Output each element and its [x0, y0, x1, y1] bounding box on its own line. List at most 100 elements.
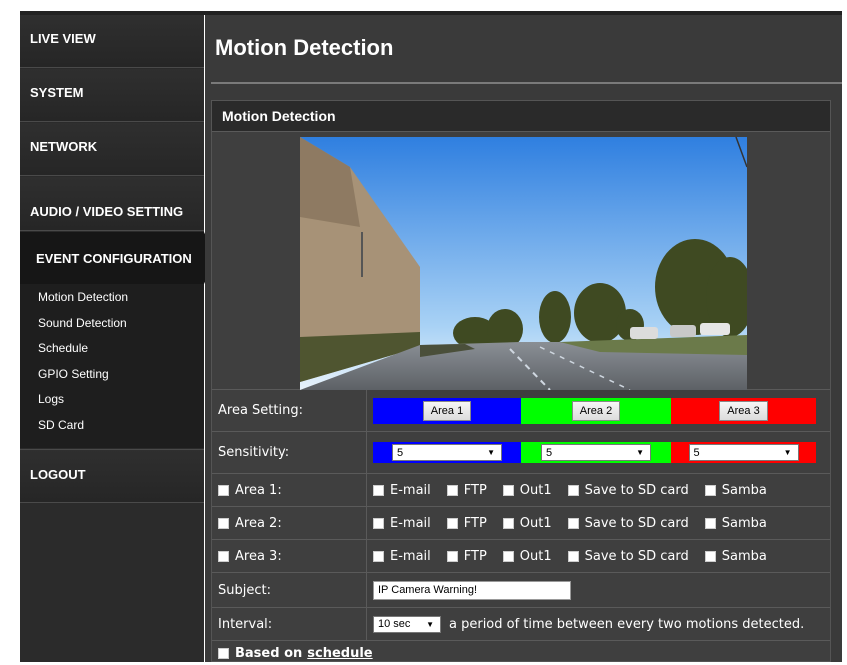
sensitivity-2-zone: 5 ▼ [521, 442, 671, 463]
area-2-sd-checkbox[interactable] [567, 517, 579, 529]
area-1-sd-option[interactable]: Save to SD card [567, 482, 689, 498]
subject-label: Subject: [212, 573, 367, 607]
sidebar-item-label: SYSTEM [30, 84, 84, 100]
sensitivity-label: Sensitivity: [212, 432, 367, 473]
area-3-label: Area 3: [212, 540, 367, 572]
area-1-ftp-checkbox[interactable] [446, 484, 458, 496]
schedule-option: Based on schedule [218, 641, 373, 665]
sensitivity-3-zone: 5 ▼ [671, 442, 816, 463]
area-1-out1-checkbox[interactable] [502, 484, 514, 496]
option-label: Save to SD card [584, 515, 689, 531]
interval-description: a period of time between every two motio… [449, 616, 805, 632]
preview-row [212, 132, 830, 390]
area-2-out1-checkbox[interactable] [502, 517, 514, 529]
sensitivity-1-select[interactable]: 5 ▼ [392, 444, 502, 461]
schedule-checkbox[interactable] [218, 647, 229, 659]
sensitivity-2-select[interactable]: 5 ▼ [541, 444, 651, 461]
area-2-label: Area 2: [212, 507, 367, 539]
sensitivity-1-value: 5 [397, 446, 404, 459]
area-3-label-text: Area 3: [235, 548, 282, 564]
main-content: Motion Detection Motion Detection Area S… [205, 15, 842, 662]
submenu-item-schedule[interactable]: Schedule [20, 338, 204, 364]
area-1-email-option[interactable]: E-mail [373, 483, 431, 498]
schedule-prefix: Based on [235, 645, 303, 661]
area-2-button[interactable]: Area 2 [571, 400, 621, 421]
submenu-item-sd-card[interactable]: SD Card [20, 415, 204, 441]
interval-select[interactable]: 10 sec ▼ [373, 615, 441, 633]
area-1-out1-option[interactable]: Out1 [502, 483, 552, 498]
area-3-out1-option[interactable]: Out1 [502, 548, 552, 564]
area-2-ftp-checkbox[interactable] [446, 517, 458, 529]
camera-preview[interactable] [300, 137, 747, 390]
area-1-checkbox[interactable] [218, 484, 229, 496]
sensitivity-3-select[interactable]: 5 ▼ [688, 444, 799, 461]
area-3-email-option[interactable]: E-mail [373, 549, 431, 564]
area-2-sd-option[interactable]: Save to SD card [567, 515, 689, 531]
sensitivity-2-value: 5 [546, 446, 553, 459]
option-label: Out1 [519, 515, 552, 531]
sensitivity-row: Sensitivity: 5 ▼ 5 ▼ 5 ▼ [212, 432, 830, 474]
area-2-samba-option[interactable]: Samba [704, 515, 767, 531]
area-3-out1-checkbox[interactable] [502, 550, 514, 562]
schedule-link[interactable]: schedule [307, 646, 372, 661]
area-1-samba-checkbox[interactable] [704, 484, 716, 496]
submenu-item-gpio-setting[interactable]: GPIO Setting [20, 364, 204, 390]
area-1-button[interactable]: Area 1 [422, 400, 472, 421]
area-3-samba-checkbox[interactable] [704, 550, 716, 562]
option-label: E-mail [390, 515, 431, 531]
area-3-ftp-option[interactable]: FTP [446, 549, 487, 564]
area-2-actions-row: Area 2: E-mail FTP Out1 Save to SD card … [212, 507, 830, 540]
chevron-down-icon: ▼ [487, 448, 495, 457]
sidebar-item-logout[interactable]: LOGOUT [20, 449, 204, 503]
sidebar-item-system[interactable]: SYSTEM [20, 69, 204, 122]
area-3-email-checkbox[interactable] [373, 550, 384, 562]
area-1-samba-option[interactable]: Samba [704, 482, 767, 498]
area-1-email-checkbox[interactable] [373, 484, 384, 496]
area-2-email-checkbox[interactable] [373, 517, 384, 529]
area-2-out1-option[interactable]: Out1 [502, 515, 552, 531]
option-label: FTP [463, 482, 487, 498]
submenu-item-motion-detection[interactable]: Motion Detection [20, 287, 204, 313]
camera-preview-image [300, 137, 747, 390]
submenu-item-sound-detection[interactable]: Sound Detection [20, 313, 204, 339]
option-label: Samba [721, 548, 767, 564]
sidebar-item-event-configuration[interactable]: EVENT CONFIGURATION [20, 232, 216, 284]
area-1-sd-checkbox[interactable] [567, 484, 579, 496]
area-3-checkbox[interactable] [218, 550, 229, 562]
chevron-down-icon: ▼ [426, 619, 434, 629]
option-label: Out1 [519, 548, 552, 564]
option-label: Samba [721, 515, 767, 531]
sidebar-item-network[interactable]: NETWORK [20, 123, 204, 176]
option-label: Save to SD card [584, 548, 689, 564]
sidebar-item-label: NETWORK [30, 138, 98, 154]
interval-row: Interval: 10 sec ▼ a period of time betw… [212, 608, 830, 641]
sidebar-item-audio-video[interactable]: AUDIO / VIDEO SETTING [20, 177, 204, 231]
area-1-ftp-option[interactable]: FTP [446, 482, 487, 498]
page-title: Motion Detection [215, 35, 394, 60]
area-3-sd-option[interactable]: Save to SD card [567, 548, 689, 564]
area-1-label-text: Area 1: [235, 482, 282, 498]
chevron-down-icon: ▼ [636, 448, 644, 457]
panel-title: Motion Detection [212, 101, 830, 132]
interval-label: Interval: [212, 608, 367, 640]
area-3-samba-option[interactable]: Samba [704, 548, 767, 564]
area-3-button[interactable]: Area 3 [719, 400, 768, 421]
area-1-actions-row: Area 1: E-mail FTP Out1 Save to SD card … [212, 474, 830, 507]
sidebar-item-label: EVENT CONFIGURATION [36, 250, 192, 266]
submenu-item-logs[interactable]: Logs [20, 389, 204, 415]
area-2-ftp-option[interactable]: FTP [446, 516, 487, 531]
area-3-ftp-checkbox[interactable] [446, 550, 458, 562]
area-2-checkbox[interactable] [218, 517, 229, 529]
motion-detection-panel: Motion Detection Area Setting: Area 1 Ar… [211, 100, 831, 662]
subject-input[interactable]: IP Camera Warning! [373, 580, 571, 600]
sidebar-item-live-view[interactable]: LIVE VIEW [20, 15, 204, 68]
area-3-sd-checkbox[interactable] [567, 550, 579, 562]
option-label: Samba [721, 482, 767, 498]
chevron-down-icon: ▼ [783, 448, 792, 457]
submenu: Motion Detection Sound Detection Schedul… [20, 284, 204, 448]
area-2-email-option[interactable]: E-mail [373, 516, 431, 531]
area-2-samba-checkbox[interactable] [704, 517, 716, 529]
option-label: Save to SD card [584, 482, 689, 498]
sensitivity-1-zone: 5 ▼ [373, 442, 521, 463]
area-3-zone: Area 3 [671, 397, 816, 424]
